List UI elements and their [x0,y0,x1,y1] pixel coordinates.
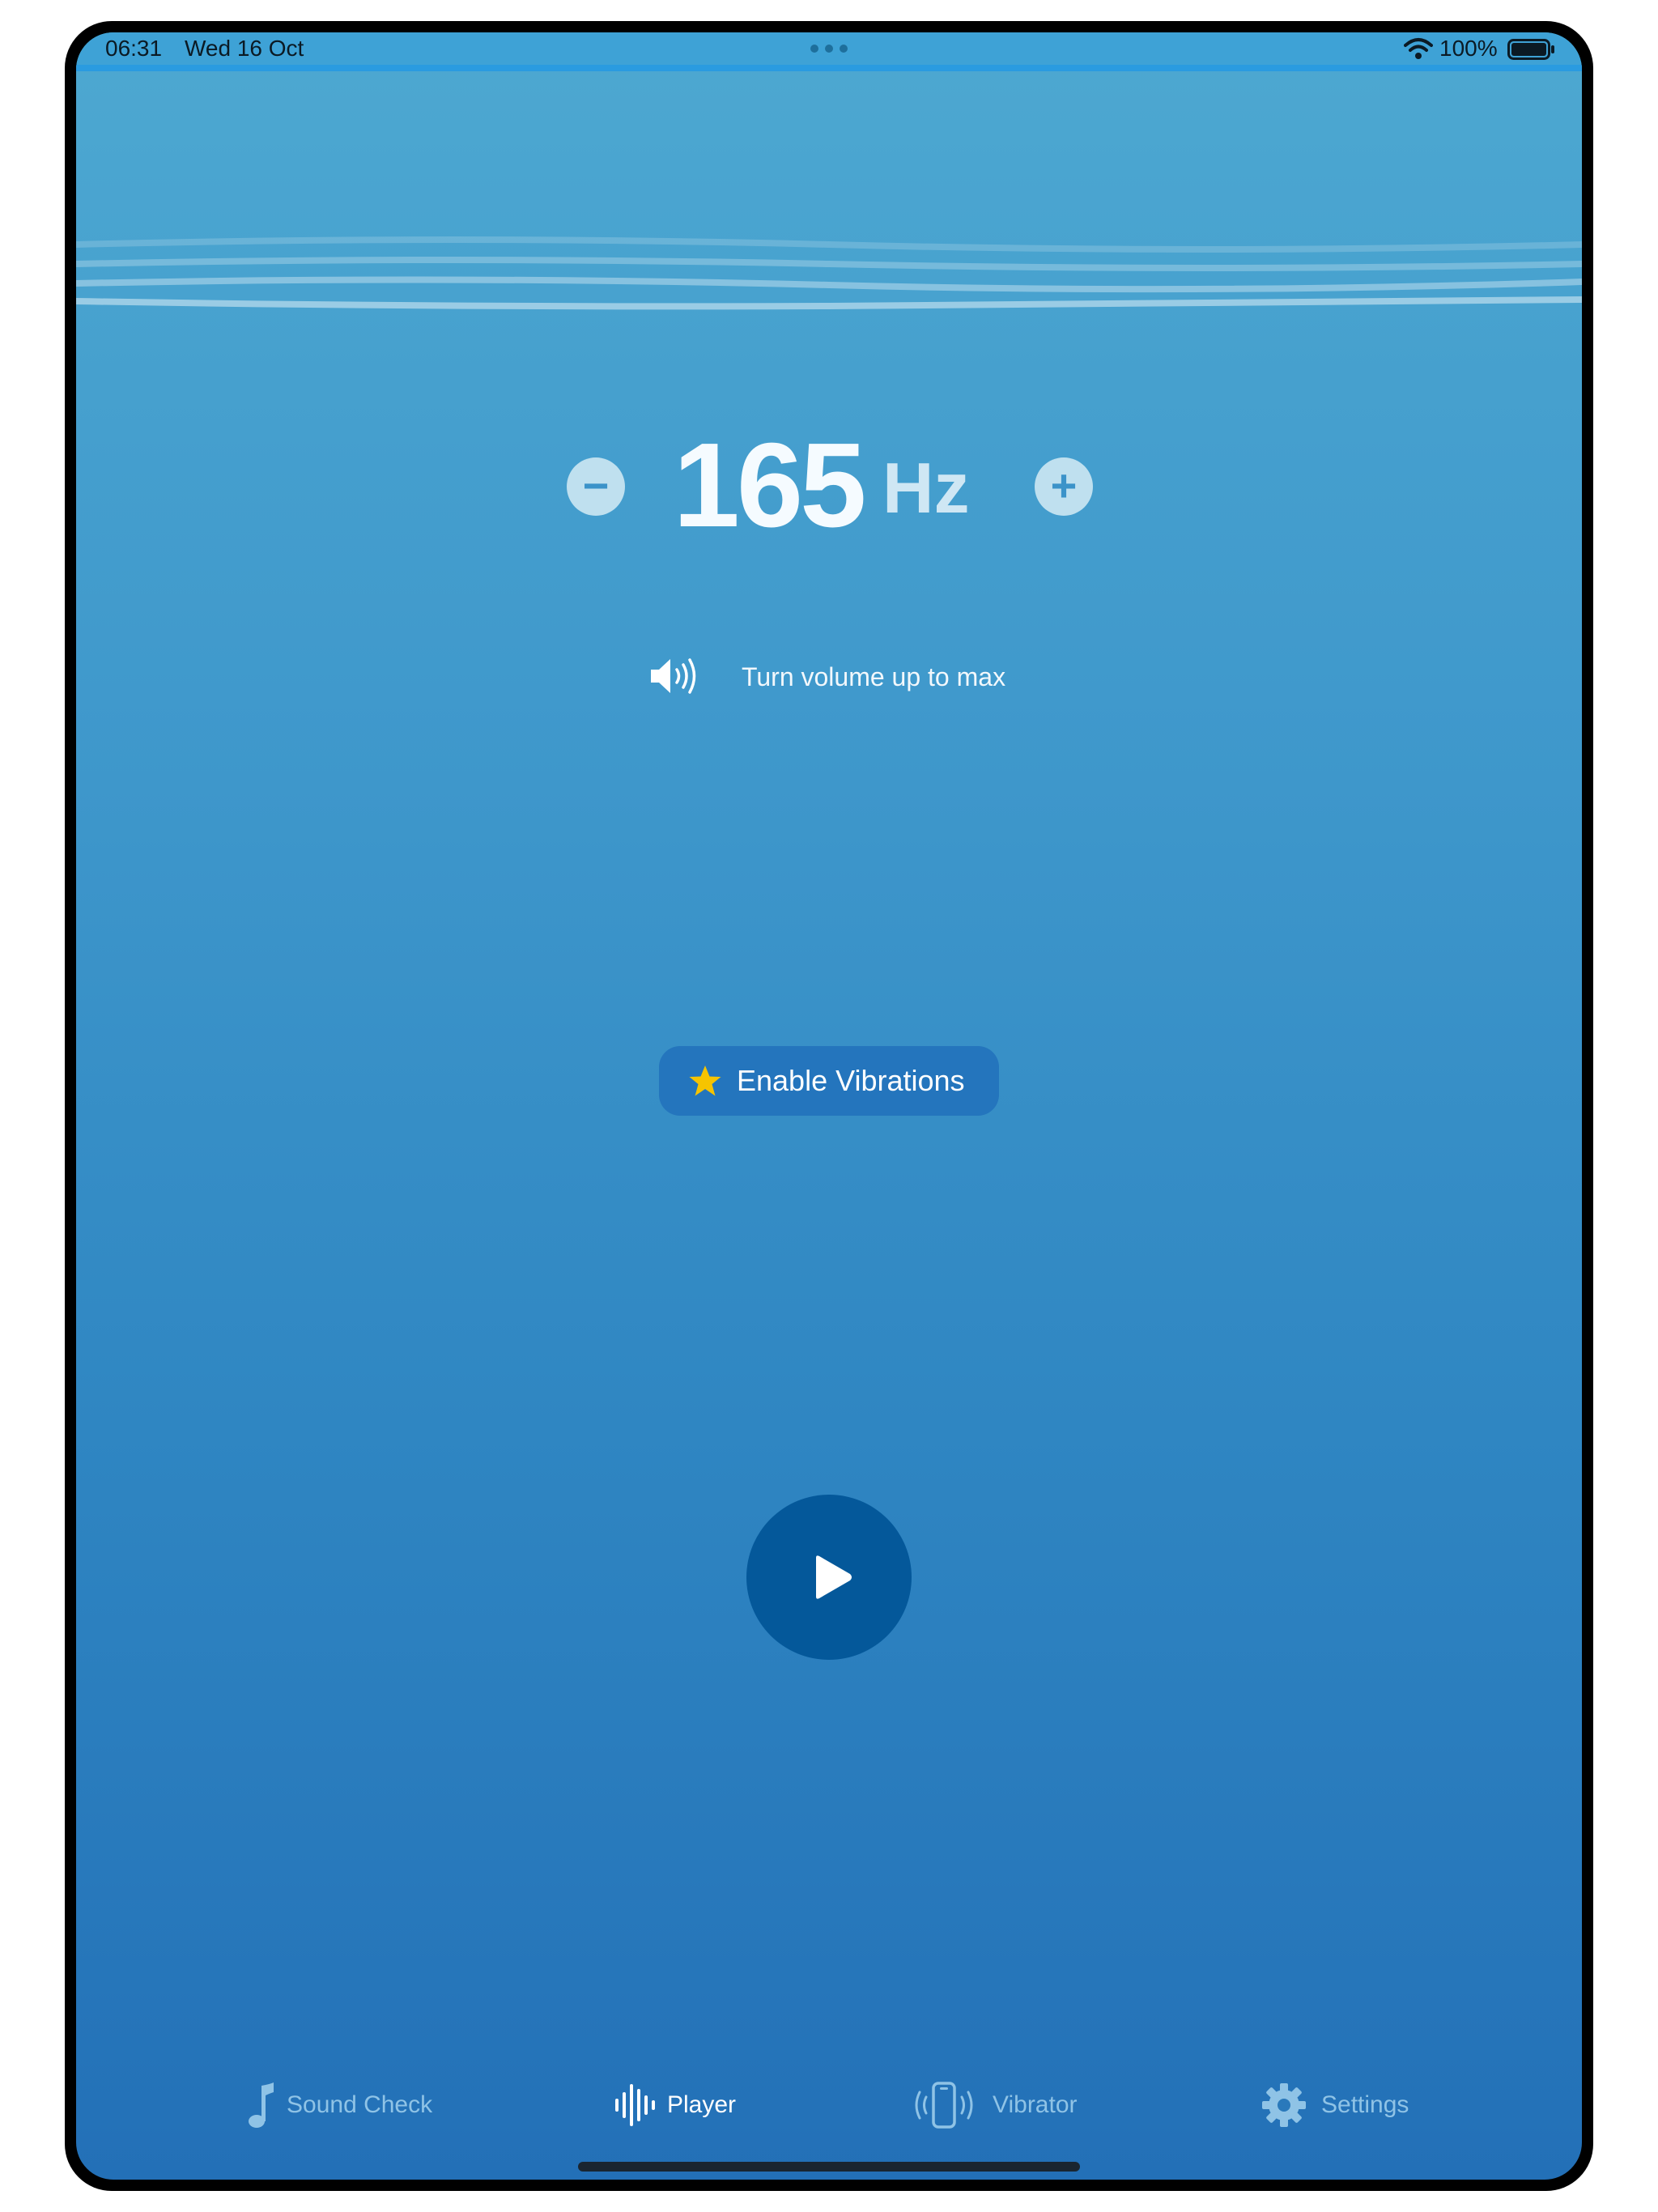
tab-player[interactable]: Player [614,2073,759,2138]
frequency-unit: Hz [882,448,970,528]
tab-label-player: Player [667,2091,737,2118]
top-divider [76,65,1582,71]
wave-lines-decoration [76,236,1582,310]
volume-hint: Turn volume up to max [76,653,1582,701]
plus-icon: + [1050,460,1078,511]
tab-label-settings: Settings [1321,2091,1409,2118]
enable-vibrations-label: Enable Vibrations [737,1064,965,1097]
music-note-icon [249,2082,274,2128]
decrease-frequency-button[interactable]: − [567,457,625,516]
tab-vibrator[interactable]: Vibrator [910,2073,1096,2138]
frequency-value: 165 [673,419,867,552]
volume-hint-text: Turn volume up to max [742,662,1006,691]
phone-vibrate-icon [915,2082,973,2129]
speaker-volume-icon [651,658,696,694]
battery-icon [1507,39,1554,60]
tab-label-vibrator: Vibrator [993,2091,1078,2118]
frequency-control: − 165 Hz + [76,421,1582,551]
tab-bar: Sound Check Player Vibrator Settings [76,2073,1582,2138]
wifi-icon [1404,38,1433,59]
tab-sound-check[interactable]: Sound Check [246,2073,449,2138]
minus-icon: − [582,460,610,511]
star-icon [689,1066,721,1096]
multitasking-dots-icon[interactable] [808,39,850,58]
app-screen: 06:31 Wed 16 Oct 100% − 165 Hz + Turn vo… [76,32,1582,2180]
status-bar: 06:31 Wed 16 Oct 100% [76,32,1582,68]
status-date: Wed 16 Oct [185,36,304,61]
status-time: 06:31 [105,36,163,61]
play-icon [816,1555,852,1599]
home-indicator[interactable] [578,2162,1080,2172]
enable-vibrations-button[interactable]: Enable Vibrations [659,1046,999,1116]
play-button[interactable] [746,1495,912,1660]
battery-percentage: 100% [1439,36,1498,61]
tab-settings[interactable]: Settings [1261,2073,1423,2138]
tab-label-sound-check: Sound Check [287,2091,433,2118]
gear-icon [1262,2083,1306,2127]
increase-frequency-button[interactable]: + [1035,457,1093,516]
waveform-icon [615,2084,655,2126]
